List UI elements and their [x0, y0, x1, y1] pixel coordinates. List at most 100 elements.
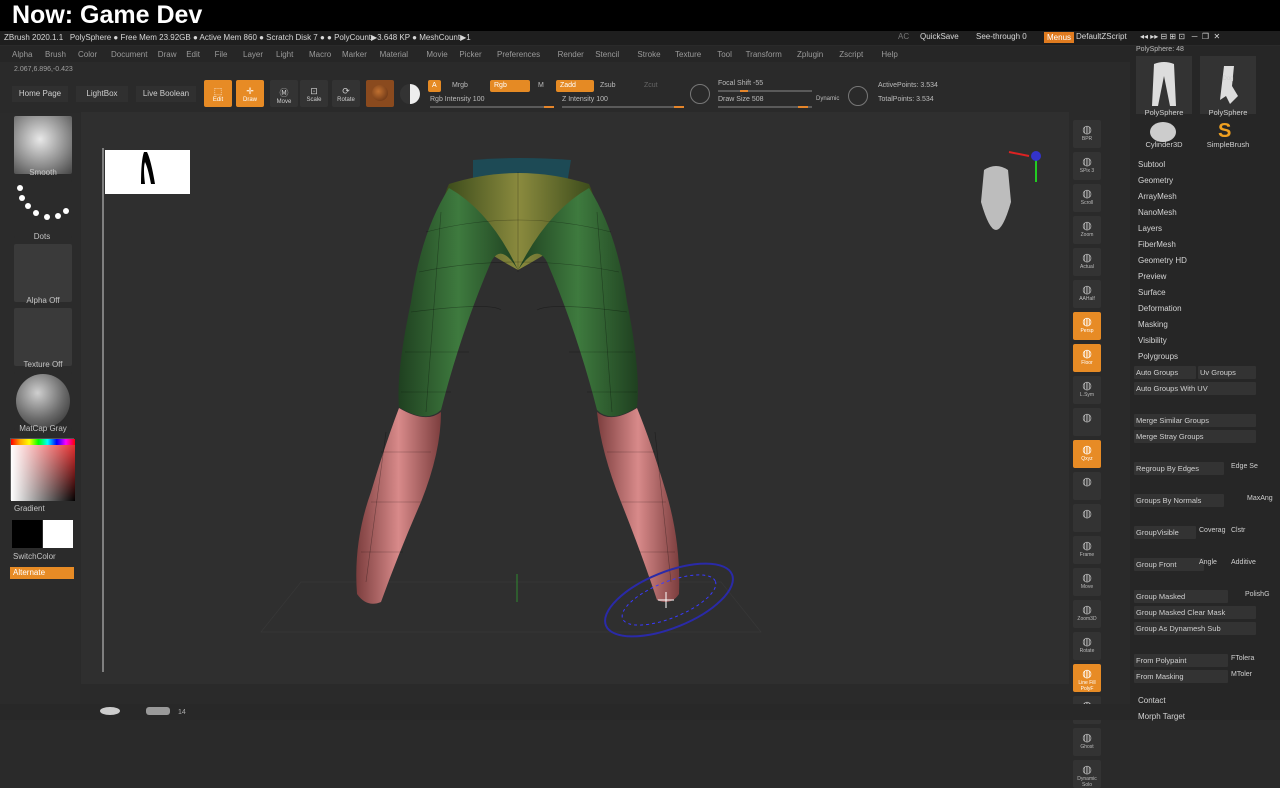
tray-section-preview[interactable]: Preview [1138, 272, 1166, 281]
menu-preferences[interactable]: Preferences [497, 50, 540, 59]
tray-section-layers[interactable]: Layers [1138, 224, 1162, 233]
menu-zscript[interactable]: Zscript [839, 50, 863, 59]
menu-render[interactable]: Render [558, 50, 584, 59]
cylinder3d-icon[interactable] [1150, 122, 1176, 142]
canvas-viewport[interactable] [81, 112, 1069, 684]
right-shelf-btn-4[interactable]: ◍ Actual [1073, 248, 1101, 276]
right-shelf-btn-15[interactable]: ◍ Zoom3D [1073, 600, 1101, 628]
polygroup-group-dynamesh-button[interactable]: Group As Dynamesh Sub [1134, 622, 1256, 635]
menu-transform[interactable]: Transform [746, 50, 782, 59]
right-shelf-btn-0[interactable]: ◍ BPR [1073, 120, 1101, 148]
subtool-small-icon[interactable] [146, 707, 170, 715]
lightbox-button[interactable]: LightBox [76, 86, 128, 102]
menu-zplugin[interactable]: Zplugin [797, 50, 823, 59]
tray-section-geometry[interactable]: Geometry [1138, 176, 1173, 185]
mrgb-toggle[interactable]: Mrgb [452, 82, 468, 89]
zadd-toggle[interactable]: Zadd [556, 80, 594, 92]
menu-texture[interactable]: Texture [675, 50, 701, 59]
menu-light[interactable]: Light [276, 50, 293, 59]
tool-small-icon[interactable] [100, 707, 120, 715]
z-intensity-track[interactable] [562, 106, 684, 108]
focal-shift-track[interactable] [718, 90, 812, 92]
polygroup-ftolera-slider[interactable]: FTolera [1231, 655, 1254, 662]
right-shelf-btn-3[interactable]: ◍ Zoom [1073, 216, 1101, 244]
tray-section-masking[interactable]: Masking [1138, 320, 1168, 329]
right-shelf-btn-11[interactable]: ◍ [1073, 472, 1101, 500]
menu-document[interactable]: Document [111, 50, 147, 59]
polygroup-mtolera-slider[interactable]: MToler [1231, 671, 1252, 678]
live-boolean-button[interactable]: Live Boolean [136, 86, 196, 102]
polygroup-group-front-button[interactable]: Group Front [1134, 558, 1204, 571]
menu-stroke[interactable]: Stroke [637, 50, 660, 59]
texture-thumbnail[interactable] [14, 308, 72, 366]
quicksave-button[interactable]: QuickSave [920, 32, 959, 41]
right-shelf-btn-19[interactable]: ◍ Ghost [1073, 728, 1101, 756]
menu-tool[interactable]: Tool [717, 50, 732, 59]
menu-file[interactable]: File [215, 50, 228, 59]
polygroup-merge-stray-button[interactable]: Merge Stray Groups [1134, 430, 1256, 443]
tray-section-arraymesh[interactable]: ArrayMesh [1138, 192, 1177, 201]
rgb-intensity-knob[interactable] [544, 106, 554, 108]
a-toggle[interactable]: A [428, 80, 441, 92]
zcut-toggle[interactable]: Zcut [644, 82, 658, 89]
contact-section[interactable]: Contact [1138, 696, 1166, 705]
zsub-toggle[interactable]: Zsub [600, 82, 616, 89]
menu-movie[interactable]: Movie [426, 50, 447, 59]
menu-edit[interactable]: Edit [186, 50, 200, 59]
edit-button[interactable]: ⬚ Edit [204, 80, 232, 107]
main-color-swatch[interactable] [12, 520, 42, 548]
right-shelf-btn-2[interactable]: ◍ Scroll [1073, 184, 1101, 212]
right-shelf-btn-10[interactable]: ◍ Qxyz [1073, 440, 1101, 468]
polygroup-angle-slider[interactable]: Angle [1199, 559, 1217, 566]
alternate-button[interactable]: Alternate [10, 567, 74, 579]
menu-layer[interactable]: Layer [243, 50, 263, 59]
window-controls-icon[interactable]: ◂◂ ▸▸ ⊟ ⊞ ⊡ ─ ❐ ✕ [1140, 32, 1220, 41]
home-page-button[interactable]: Home Page [12, 86, 68, 102]
menu-material[interactable]: Material [380, 50, 408, 59]
menu-stencil[interactable]: Stencil [595, 50, 619, 59]
polygroup-from-polypaint-button[interactable]: From Polypaint [1134, 654, 1228, 667]
tool-polysphere-thumb[interactable] [1136, 56, 1192, 114]
z-intensity-slider[interactable]: Z Intensity 100 [562, 96, 608, 103]
polygroup-uv-groups-button[interactable]: Uv Groups [1198, 366, 1256, 379]
brush-thumbnail[interactable] [14, 116, 72, 174]
tray-section-deformation[interactable]: Deformation [1138, 304, 1182, 313]
draw-button[interactable]: ✛ Draw [236, 80, 264, 107]
draw-size-knob[interactable] [798, 106, 808, 108]
right-shelf-btn-16[interactable]: ◍ Rotate [1073, 632, 1101, 660]
right-shelf-btn-13[interactable]: ◍ Frame [1073, 536, 1101, 564]
polygroup-group-masked-clear-button[interactable]: Group Masked Clear Mask [1134, 606, 1256, 619]
alpha-thumbnail[interactable] [14, 244, 72, 302]
color-picker[interactable] [10, 438, 75, 501]
right-shelf-btn-14[interactable]: ◍ Move [1073, 568, 1101, 596]
polygroup-polish-slider[interactable]: PolishG [1245, 591, 1270, 598]
menu-picker[interactable]: Picker [459, 50, 481, 59]
menu-color[interactable]: Color [78, 50, 97, 59]
tray-section-geometry-hd[interactable]: Geometry HD [1138, 256, 1187, 265]
right-shelf-btn-12[interactable]: ◍ [1073, 504, 1101, 532]
tool-dog-thumb[interactable] [1200, 56, 1256, 114]
tray-section-fibermesh[interactable]: FiberMesh [1138, 240, 1176, 249]
stroke-thumbnail[interactable] [14, 180, 72, 238]
polygroup-from-masking-button[interactable]: From Masking [1134, 670, 1228, 683]
rgb-intensity-slider[interactable]: Rgb Intensity 100 [430, 96, 484, 103]
material-swatch-button[interactable] [366, 80, 394, 107]
menu-draw[interactable]: Draw [158, 50, 177, 59]
polygroup-auto-groups-button[interactable]: Auto Groups [1134, 366, 1196, 379]
dynamic-toggle[interactable]: Dynamic [816, 96, 839, 102]
saturation-field[interactable] [11, 445, 75, 501]
polygroup-groups-normals-button[interactable]: Groups By Normals [1134, 494, 1224, 507]
polygroup-group-masked-button[interactable]: Group Masked [1134, 590, 1228, 603]
polygroup-edge-s-slider[interactable]: Edge Se [1231, 463, 1258, 470]
material-thumbnail[interactable] [14, 372, 72, 430]
polygroup-additive-slider[interactable]: Additive [1231, 559, 1256, 566]
tray-section-surface[interactable]: Surface [1138, 288, 1166, 297]
menu-alpha[interactable]: Alpha [12, 50, 32, 59]
right-shelf-btn-8[interactable]: ◍ L.Sym [1073, 376, 1101, 404]
menu-macro[interactable]: Macro [309, 50, 331, 59]
polygroup-group-visible-button[interactable]: GroupVisible [1134, 526, 1196, 539]
menu-help[interactable]: Help [881, 50, 897, 59]
right-shelf-btn-5[interactable]: ◍ AAHalf [1073, 280, 1101, 308]
polygroup-regroup-edges-button[interactable]: Regroup By Edges [1134, 462, 1224, 475]
rgb-intensity-track[interactable] [430, 106, 554, 108]
